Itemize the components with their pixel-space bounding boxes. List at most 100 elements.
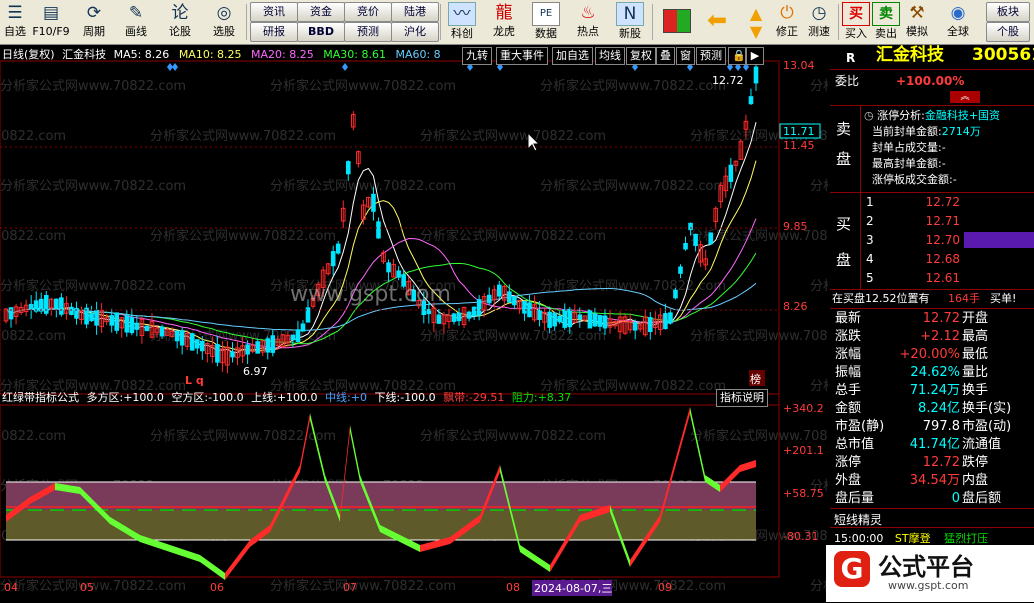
- control-button-jiuzhuan[interactable]: 九转: [462, 47, 492, 65]
- document-icon: ▤: [42, 3, 60, 23]
- grid-button-news[interactable]: 资讯: [250, 2, 298, 22]
- month-label: 08: [506, 581, 520, 594]
- watermark-text: 分析家公式网www.70822.com: [270, 78, 456, 94]
- candle-body: [693, 233, 698, 246]
- candle-body: [189, 333, 195, 351]
- candle-body: [632, 322, 638, 331]
- toolbar-button-updown[interactable]: ▲ ▼: [742, 1, 770, 43]
- grid-button-fund[interactable]: 资金: [297, 2, 345, 22]
- toolbar-button-sector[interactable]: 板块: [986, 2, 1030, 22]
- zt-analysis: ◷ 涨停分析:金融科技+国资 当前封单金额:2714万 封单占成交量:- 最高封…: [864, 108, 1000, 188]
- short-event: 猛烈打压: [944, 532, 989, 545]
- grid-button-forecast[interactable]: 预测: [344, 22, 392, 42]
- candle-body: [471, 306, 477, 317]
- zt-sector[interactable]: 金融科技+国资: [925, 109, 1000, 122]
- quote-label-2: 量比: [962, 365, 989, 380]
- candle-body: [436, 314, 442, 324]
- watermark-text: 分析家公式网www.70822.com: [420, 128, 606, 144]
- candle-body: [512, 296, 517, 306]
- toolbar-button-fix[interactable]: ⏻ 修正: [772, 1, 802, 43]
- quote-row: 涨停 12.72 跌停: [830, 455, 1034, 471]
- control-button-events[interactable]: 重大事件: [496, 47, 548, 65]
- indicator-info-bar: 红绿带指标公式 多方区:+100.0 空方区:-100.0 上线:+100.0 …: [2, 390, 571, 406]
- short-line-entry[interactable]: 15:00:00 ST摩登 猛烈打压: [834, 530, 988, 546]
- candle-body: [386, 262, 391, 273]
- control-button-forecast[interactable]: 预测: [696, 47, 726, 65]
- watermark-text: 分析家公式网www.70822.com: [420, 228, 606, 244]
- bid-row[interactable]: 5 12.61: [830, 270, 1034, 286]
- candle-body: [663, 313, 668, 330]
- control-button-ma[interactable]: 均线: [595, 47, 625, 65]
- bid-row[interactable]: 4 12.68: [830, 251, 1034, 267]
- panel-stock-name: 汇金科技: [876, 45, 944, 65]
- toolbar-button-data[interactable]: PE 数据: [528, 1, 564, 43]
- toolbar-button-layout[interactable]: [660, 1, 694, 43]
- toolbar-button-kechuang[interactable]: 〰 科创: [444, 1, 480, 43]
- kline-chart-area[interactable]: 分析家公式网www.70822.com 分析家公式网www.70822.com 分析…: [0, 45, 1034, 600]
- quote-row: 振幅 24.62% 量比: [830, 365, 1034, 381]
- watermark-text: 分析家公式网www.70822.com: [0, 278, 186, 294]
- toolbar-button-longhu[interactable]: 龍 龙虎: [486, 1, 522, 43]
- toolbar-button-buy[interactable]: 买 买入: [842, 1, 870, 43]
- quote-label-2: 开盘: [962, 311, 989, 326]
- quote-label-2: 市盈(动): [962, 419, 1012, 434]
- short-time: 15:00:00: [834, 532, 884, 545]
- candle-body: [159, 326, 165, 337]
- toolbar-button-period[interactable]: ⟳ 周期: [74, 1, 114, 43]
- candle-body: [647, 317, 653, 333]
- toolbar-button-stock[interactable]: 个股: [986, 22, 1030, 42]
- candle-body: [371, 193, 376, 212]
- indicator-pulse-label: 飘带:: [443, 391, 469, 404]
- grid-button-bbd[interactable]: BBD: [297, 22, 345, 42]
- control-button-add-watch[interactable]: 加自选: [552, 47, 593, 65]
- toolbar-button-draw[interactable]: ✎ 画线: [116, 1, 156, 43]
- toolbar-button-back[interactable]: ⬅: [702, 1, 732, 43]
- watermark-text: 分析家公式网www.70822.com: [0, 328, 66, 344]
- grid-button-auction[interactable]: 竞价: [344, 2, 392, 22]
- indicator-help-button[interactable]: 指标说明: [716, 389, 768, 407]
- toolbar-button-global[interactable]: ◉ 全球: [940, 1, 976, 43]
- grid-button-research[interactable]: 研报: [250, 22, 298, 42]
- control-collapse-icon[interactable]: ▶: [746, 47, 764, 65]
- control-button-adjust[interactable]: 复权: [626, 47, 656, 65]
- quote-label-2: 盘后额: [962, 491, 1002, 506]
- ribbon-segment: [225, 540, 250, 580]
- control-button-window[interactable]: 窗: [676, 47, 695, 65]
- toolbar-button-newstock[interactable]: N 新股: [612, 1, 648, 43]
- candle-body: [748, 96, 754, 105]
- stock-pick-icon: ◎: [216, 3, 232, 23]
- candle-body: [602, 315, 608, 329]
- candle-body: [8, 307, 14, 320]
- candle-body: [230, 351, 235, 358]
- control-button-overlay[interactable]: 叠: [656, 47, 675, 65]
- arrow-left-icon: ⬅: [706, 6, 728, 34]
- bid-row[interactable]: 3 12.70: [830, 232, 1034, 248]
- toolbar-button-speed[interactable]: ◷ 测速: [804, 1, 834, 43]
- quote-label-2: 换手(实): [962, 401, 1012, 416]
- toolbar-button-f10[interactable]: ▤ F10/F9: [30, 1, 72, 43]
- quote-label: 涨幅: [835, 347, 862, 362]
- short-line-title[interactable]: 短线精灵: [834, 511, 882, 528]
- toolbar-separator: [838, 4, 839, 40]
- toolbar-button-watchlist[interactable]: ☰ 自选: [2, 1, 28, 43]
- collapse-arrow-icon[interactable]: ︽: [950, 91, 980, 103]
- toolbar-button-sell[interactable]: 卖 卖出: [872, 1, 900, 43]
- bid-row[interactable]: 2 12.71: [830, 213, 1034, 229]
- control-lock-icon[interactable]: 🔒: [728, 47, 746, 65]
- divider: [830, 527, 1034, 528]
- grid-button-hk[interactable]: 陆港: [391, 2, 439, 22]
- kline-chart-svg[interactable]: 分析家公式网www.70822.com 分析家公式网www.70822.com 分析…: [0, 45, 1034, 600]
- watermark-text: 分析家公式网www.70822.com: [150, 228, 336, 244]
- toolbar-button-simulate[interactable]: ⚒ 模拟: [902, 1, 932, 43]
- chart-line-icon: 〰: [448, 2, 476, 26]
- watermark-text: 分析家公式网www.70822.com: [690, 428, 828, 444]
- toolbar-button-discuss[interactable]: 论 论股: [160, 1, 200, 43]
- grid-button-sh[interactable]: 沪化: [391, 22, 439, 42]
- toolbar-button-hot[interactable]: ♨ 热点: [570, 1, 606, 43]
- ribbon-segment: [350, 425, 360, 482]
- toolbar-button-pick[interactable]: ◎ 选股: [204, 1, 244, 43]
- candle-body: [94, 309, 99, 326]
- watermark-text: 分析家公式网www.70822.com: [420, 328, 606, 344]
- quote-label: 最新: [835, 311, 862, 326]
- bid-row[interactable]: 1 12.72: [830, 194, 1034, 210]
